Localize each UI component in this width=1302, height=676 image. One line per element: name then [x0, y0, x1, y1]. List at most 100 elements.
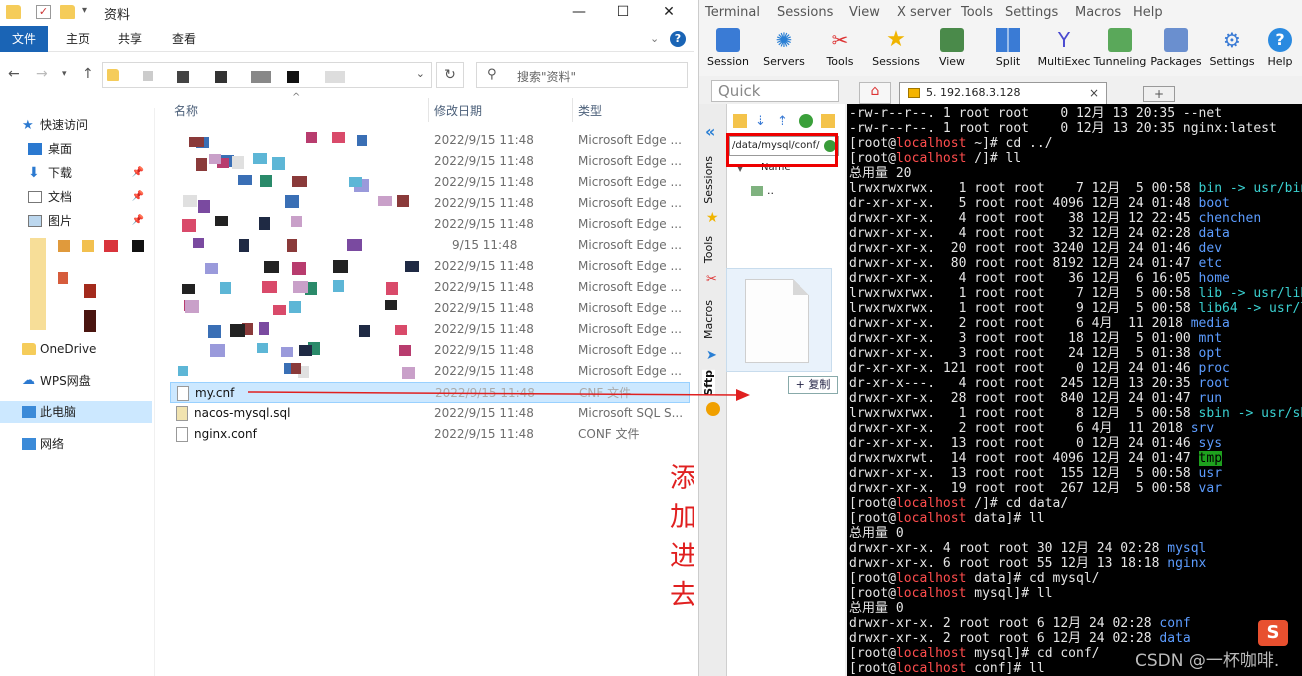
new-tab-button[interactable]: + — [1143, 86, 1175, 102]
redaction-block — [291, 216, 302, 227]
sidebar-item-wps-drive[interactable]: ☁ WPS网盘 — [0, 370, 152, 392]
file-row[interactable]: 2022/9/15 11:48 Microsoft Edge ... — [170, 130, 690, 151]
file-row[interactable]: 2022/9/15 11:48 Microsoft Edge ... — [170, 151, 690, 172]
menu-sessions[interactable]: Sessions — [777, 5, 833, 20]
tab-view[interactable]: 查看 — [172, 26, 196, 52]
menu-xserver[interactable]: X server — [897, 5, 951, 20]
file-row[interactable]: 2022/9/15 11:48 Microsoft Edge ... — [170, 361, 690, 382]
forward-arrow-icon[interactable]: → — [36, 66, 48, 82]
address-dropdown-icon[interactable]: ⌄ — [416, 67, 425, 80]
search-input[interactable]: ⚲ 搜索"资料" — [476, 62, 688, 88]
properties-icon[interactable]: ✓ — [36, 5, 51, 19]
new-folder-icon[interactable] — [821, 114, 835, 128]
column-separator[interactable] — [572, 98, 573, 122]
close-button[interactable]: ✕ — [646, 0, 692, 26]
sidebar-item-desktop[interactable]: 桌面 — [0, 138, 152, 160]
redaction-block — [198, 200, 210, 213]
new-folder-icon[interactable] — [60, 5, 75, 19]
folder-up-icon[interactable] — [733, 114, 747, 128]
column-type[interactable]: 类型 — [578, 102, 602, 119]
address-bar[interactable]: ⌄ — [102, 62, 432, 88]
ime-icon[interactable]: S — [1258, 620, 1288, 646]
terminal-line: drwxr-xr-x. 80 root root 8192 12月 24 01:… — [849, 256, 1223, 271]
vtab-sftp[interactable]: Sftp — [702, 370, 715, 396]
menu-help[interactable]: Help — [1133, 5, 1163, 20]
sidebar-item-this-pc[interactable]: 此电脑 — [0, 401, 152, 423]
session-tab-192-168-3-128[interactable]: 5. 192.168.3.128 × — [899, 82, 1107, 104]
redaction-block — [208, 325, 221, 338]
tab-file[interactable]: 文件 — [0, 26, 48, 52]
download-icon[interactable]: ⇣ — [755, 114, 769, 129]
file-row[interactable]: 2022/9/15 11:48 Microsoft Edge ... — [170, 298, 690, 319]
settings-button[interactable]: ⚙ Settings — [1203, 28, 1261, 68]
redaction-block — [185, 300, 199, 313]
vtab-macros[interactable]: Macros — [702, 300, 715, 339]
pin-icon[interactable]: 📌 — [132, 162, 144, 184]
refresh-button[interactable]: ↻ — [436, 62, 464, 88]
sidebar-item-pictures[interactable]: 图片 📌 — [0, 210, 152, 232]
menu-macros[interactable]: Macros — [1075, 5, 1121, 20]
menu-terminal[interactable]: Terminal — [705, 5, 760, 20]
maximize-button[interactable]: ☐ — [600, 0, 646, 26]
vtab-sessions[interactable]: Sessions — [702, 156, 715, 204]
session-button[interactable]: Session — [699, 28, 757, 68]
minimize-button[interactable]: — — [556, 0, 602, 26]
view-button[interactable]: View — [923, 28, 981, 68]
redaction-block — [210, 344, 225, 357]
quick-connect-input[interactable]: Quick connect... — [711, 80, 839, 120]
file-row[interactable]: 2022/9/15 11:48 Microsoft Edge ... — [170, 256, 690, 277]
sidebar-item-onedrive[interactable]: OneDrive — [0, 338, 152, 360]
sidebar-item-quick-access[interactable]: ★ 快速访问 — [0, 114, 152, 136]
terminal-line: dr-xr-xr-x. 13 root root 0 12月 24 01:46 … — [849, 436, 1223, 451]
column-separator[interactable] — [428, 98, 429, 122]
redacted-folders — [104, 240, 118, 252]
close-tab-icon[interactable]: × — [1089, 83, 1099, 103]
window-title: 资料 — [104, 8, 131, 23]
home-tab[interactable]: ⌂ — [859, 82, 891, 104]
file-row-nacos-sql[interactable]: nacos-mysql.sql 2022/9/15 11:48 Microsoft … — [170, 403, 690, 424]
packages-button[interactable]: Packages — [1147, 28, 1205, 68]
up-arrow-icon[interactable]: ↑ — [82, 66, 94, 82]
sidebar-item-downloads[interactable]: ⬇ 下载 📌 — [0, 162, 152, 184]
star-icon: ★ — [886, 27, 906, 52]
upload-icon[interactable]: ⇡ — [777, 114, 791, 129]
vtab-tools[interactable]: Tools — [702, 236, 715, 263]
quick-access-dropdown-icon[interactable]: ▾ — [82, 5, 87, 16]
menu-tools[interactable]: Tools — [961, 5, 993, 20]
recent-dropdown-icon[interactable]: ▾ — [62, 69, 67, 79]
ribbon-expand-icon[interactable]: ⌄ — [650, 32, 659, 45]
sidebar-item-documents[interactable]: 文档 📌 — [0, 186, 152, 208]
tools-button[interactable]: ✂ Tools — [811, 28, 869, 68]
sessions-button[interactable]: ★ Sessions — [867, 27, 925, 69]
file-row[interactable]: 2022/9/15 11:48 Microsoft Edge ... — [170, 340, 690, 361]
terminal-line: [root@localhost ~]# cd ../ — [849, 136, 1053, 151]
help-icon[interactable]: ? — [670, 31, 686, 47]
multiexec-button[interactable]: Y MultiExec — [1035, 28, 1093, 68]
tunneling-button[interactable]: Tunneling — [1091, 28, 1149, 68]
redaction-block — [205, 263, 218, 274]
tab-share[interactable]: 共享 — [118, 26, 142, 52]
servers-button[interactable]: ✺ Servers — [755, 28, 813, 68]
file-row[interactable]: 2022/9/15 11:48 Microsoft Edge ... — [170, 277, 690, 298]
tab-home[interactable]: 主页 — [66, 26, 90, 52]
file-row-my-cnf[interactable]: my.cnf 2022/9/15 11:48 CNF 文件 — [170, 382, 690, 403]
file-row-nginx-conf[interactable]: nginx.conf 2022/9/15 11:48 CONF 文件 — [170, 424, 690, 445]
pin-icon[interactable]: 📌 — [132, 186, 144, 208]
split-button[interactable]: Split — [979, 28, 1037, 68]
sidebar-item-network[interactable]: 网络 — [0, 433, 152, 455]
pin-icon[interactable]: 📌 — [132, 210, 144, 232]
parent-dir-item[interactable]: .. — [751, 184, 774, 197]
help-button[interactable]: ? Help — [1259, 28, 1301, 68]
file-row[interactable]: 2022/9/15 11:48 Microsoft Edge ... — [170, 214, 690, 235]
sort-up-icon: ^ — [292, 92, 301, 103]
back-arrow-icon[interactable]: ← — [8, 66, 20, 82]
menu-view[interactable]: View — [849, 5, 880, 20]
refresh-icon[interactable] — [799, 114, 813, 128]
column-date[interactable]: 修改日期 — [434, 102, 482, 119]
terminal-line: drwxr-xr-x. 6 root root 55 12月 13 18:18 … — [849, 556, 1207, 571]
terminal-output[interactable]: -rw-r--r--. 1 root root 0 12月 13 20:35 -… — [847, 104, 1302, 676]
collapse-sidebar-icon[interactable]: « — [705, 122, 715, 141]
column-name[interactable]: 名称 — [174, 102, 198, 119]
menu-settings[interactable]: Settings — [1005, 5, 1058, 20]
file-row[interactable]: 2022/9/15 11:48 Microsoft Edge ... — [170, 193, 690, 214]
